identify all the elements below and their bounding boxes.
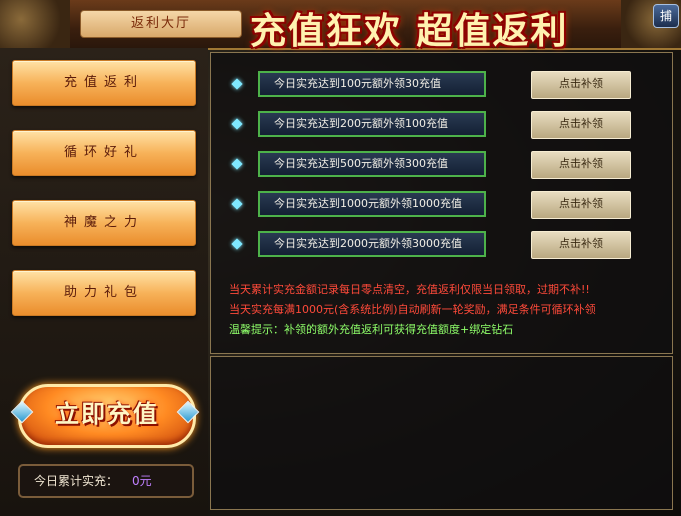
reward-tier-label: 今日实充达到500元额外领300充值 [258,151,486,177]
menu-god-demon-power[interactable]: 神魔之力 [12,200,196,246]
menu-boost-pack[interactable]: 助力礼包 [12,270,196,316]
menu-cycle-gifts[interactable]: 循环好礼 [12,130,196,176]
rewards-panel: 今日实充达到100元额外领30充值 点击补领 今日实充达到200元额外领100充… [210,52,673,354]
diamond-bullet-icon [231,118,243,130]
claim-button[interactable]: 点击补领 [531,71,631,99]
note-reset-rule: 当天累计实充金额记录每日零点清空，充值返利仅限当日领取，过期不补!! [229,283,590,296]
diamond-bullet-icon [231,158,243,170]
diamond-bullet-icon [231,238,243,250]
note-tip: 温馨提示：补领的额外充值返利可获得充值额度+绑定钻石 [229,323,514,336]
claim-button[interactable]: 点击补领 [531,151,631,179]
help-button[interactable]: 捕 [653,4,679,28]
top-banner: 返利大厅 充值狂欢 超值返利 捕 [0,0,681,52]
reward-tier-label: 今日实充达到100元额外领30充值 [258,71,486,97]
empty-panel [210,356,673,510]
reward-tier-label: 今日实充达到1000元额外领1000充值 [258,191,486,217]
dragon-ornament-left [0,0,70,48]
reward-tier-label: 今日实充达到200元额外领100充值 [258,111,486,137]
claim-button[interactable]: 点击补领 [531,231,631,259]
tab-rebate-hall[interactable]: 返利大厅 [80,10,242,38]
total-recharge-label: 今日累计实充： [34,474,119,488]
diamond-bullet-icon [231,78,243,90]
total-recharge-box: 今日累计实充： 0元 [18,464,194,498]
banner-title: 充值狂欢 超值返利 [250,10,569,52]
note-cycle-rule: 当天实充每满1000元(含系统比例)自动刷新一轮奖励，满足条件可循环补领 [229,303,596,316]
reward-tier-label: 今日实充达到2000元额外领3000充值 [258,231,486,257]
diamond-bullet-icon [231,198,243,210]
recharge-now-button[interactable]: 立即充值 [18,384,196,448]
total-recharge-value: 0元 [132,474,152,488]
claim-button[interactable]: 点击补领 [531,111,631,139]
menu-recharge-rebate[interactable]: 充值返利 [12,60,196,106]
claim-button[interactable]: 点击补领 [531,191,631,219]
